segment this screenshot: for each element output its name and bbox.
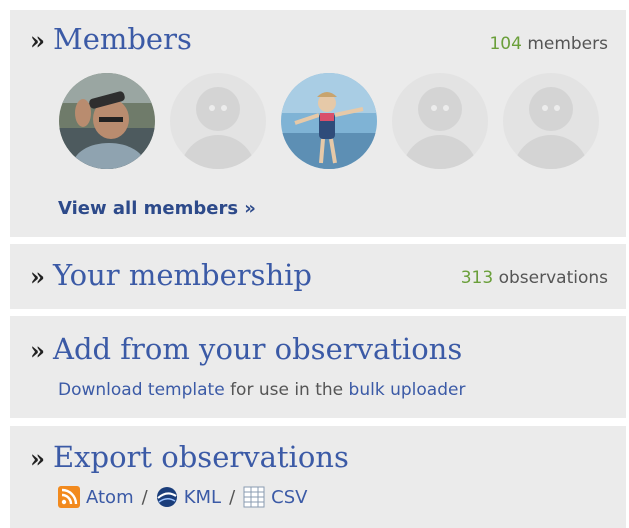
observations-count-suffix: observations [498, 268, 608, 288]
chevron-icon: » [30, 336, 45, 365]
member-avatars [59, 73, 599, 169]
export-panel: » Export observations Atom / KML / CSV [10, 426, 626, 528]
google-earth-icon [156, 487, 177, 507]
chevron-icon: » [30, 444, 45, 473]
download-template-link[interactable]: Download template [58, 380, 225, 400]
add-observations-panel: » Add from your observations Download te… [10, 316, 626, 418]
avatar[interactable] [281, 73, 377, 169]
default-avatar-icon [529, 87, 573, 131]
rss-icon [58, 486, 80, 508]
kml-link[interactable]: KML [184, 487, 221, 508]
default-avatar-icon [196, 87, 240, 131]
avatar[interactable] [503, 73, 599, 169]
separator: / [141, 486, 148, 508]
bulk-uploader-link[interactable]: bulk uploader [349, 380, 466, 400]
default-avatar-icon [418, 87, 462, 131]
membership-count: 313 observations [461, 268, 608, 288]
add-title[interactable]: Add from your observations [53, 332, 462, 366]
user-photo-2-icon [281, 73, 377, 169]
avatar[interactable] [170, 73, 266, 169]
avatar[interactable] [59, 73, 155, 169]
membership-panel: » Your membership 313 observations [10, 244, 626, 309]
membership-title[interactable]: Your membership [53, 258, 312, 292]
avatar[interactable] [392, 73, 488, 169]
add-middle-text: for use in the [230, 380, 344, 400]
add-subtext: Download template for use in the bulk up… [58, 380, 465, 400]
members-header: » Members [30, 22, 192, 56]
add-header: » Add from your observations [30, 332, 462, 366]
export-title: Export observations [53, 440, 349, 474]
observations-count-number: 313 [460, 268, 494, 288]
members-count: 104 members [489, 34, 608, 54]
atom-link[interactable]: Atom [86, 487, 134, 508]
members-count-number: 104 [489, 34, 522, 54]
members-title[interactable]: Members [53, 22, 192, 56]
view-all-members-link[interactable]: View all members » [58, 198, 256, 219]
export-links: Atom / KML / CSV [58, 486, 307, 508]
members-count-suffix: members [527, 34, 608, 54]
members-panel: » Members 104 members View all members » [10, 10, 626, 237]
chevron-icon: » [30, 26, 45, 55]
separator: / [229, 486, 236, 508]
export-header: » Export observations [30, 440, 349, 474]
user-photo-1-icon [59, 73, 155, 169]
chevron-icon: » [30, 262, 45, 291]
membership-header: » Your membership [30, 258, 312, 292]
spreadsheet-icon [243, 486, 265, 508]
csv-link[interactable]: CSV [271, 487, 307, 508]
